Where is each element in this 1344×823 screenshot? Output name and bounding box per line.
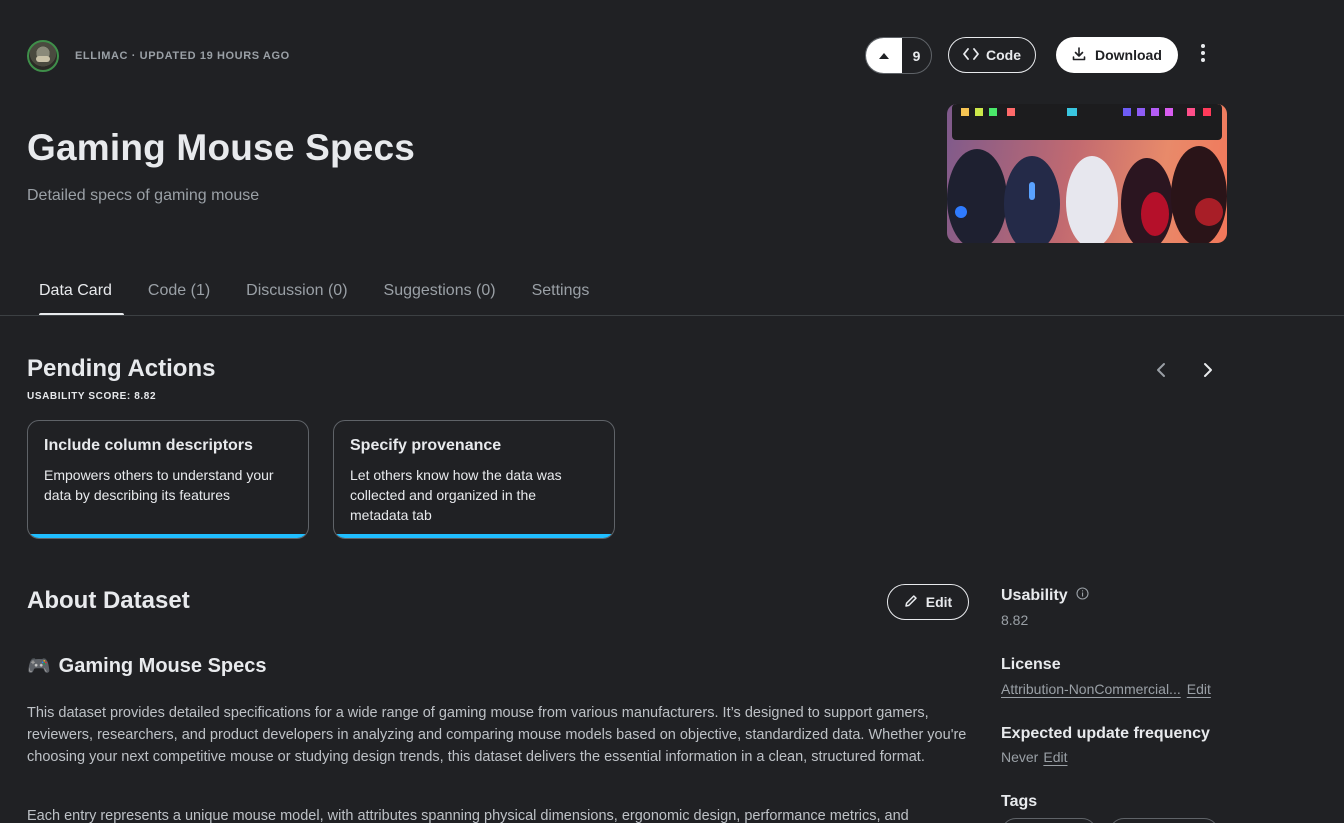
arrow-up-icon — [879, 52, 889, 59]
more-options-icon[interactable] — [1196, 44, 1210, 66]
card-title: Include column descriptors — [44, 437, 253, 454]
license-label: License — [1001, 656, 1061, 673]
card-title: Specify provenance — [350, 437, 502, 454]
tab-suggestions[interactable]: Suggestions (0) — [384, 282, 508, 316]
code-button-label: Code — [986, 47, 1021, 63]
avatar[interactable] — [27, 40, 59, 72]
upvote-count: 9 — [912, 47, 921, 64]
tab-data-card[interactable]: Data Card — [27, 282, 124, 316]
pending-action-card[interactable]: Specify provenance Let others know how t… — [333, 420, 615, 539]
usability-heading: Usability — [1001, 587, 1089, 605]
edit-about-button[interactable]: Edit — [887, 584, 969, 620]
code-icon — [963, 47, 979, 63]
tag-pill[interactable] — [1001, 818, 1097, 823]
tab-bar: Data Card Code (1) Discussion (0) Sugges… — [27, 282, 601, 316]
tab-divider — [0, 315, 1344, 316]
tag-pill[interactable] — [1109, 818, 1219, 823]
game-controller-icon: 🎮 — [27, 656, 51, 677]
author-updated-meta: ELLIMAC · UPDATED 19 HOURS AGO — [75, 50, 290, 62]
about-paragraph: This dataset provides detailed specifica… — [27, 705, 967, 765]
license-link[interactable]: Attribution-NonCommercial... — [1001, 681, 1181, 697]
update-frequency-row: Never Edit — [1001, 749, 1067, 765]
about-heading-text: Gaming Mouse Specs — [58, 654, 267, 677]
card-body: Let others know how the data was collect… — [350, 467, 562, 523]
card-body: Empowers others to understand your data … — [44, 467, 274, 503]
tags-label: Tags — [1001, 793, 1038, 810]
license-row: Attribution-NonCommercial... Edit — [1001, 681, 1211, 697]
dataset-cover-image — [947, 104, 1227, 243]
update-frequency-label: Expected update frequency — [1001, 725, 1210, 742]
download-icon — [1072, 46, 1086, 64]
tab-settings[interactable]: Settings — [532, 282, 602, 316]
page-subtitle: Detailed specs of gaming mouse — [27, 187, 260, 204]
pencil-icon — [904, 594, 918, 611]
upvote-widget: 9 — [865, 37, 932, 74]
info-icon[interactable] — [1076, 587, 1089, 605]
update-frequency-value: Never — [1001, 749, 1039, 765]
about-heading: 🎮 Gaming Mouse Specs — [27, 654, 267, 678]
page-title: Gaming Mouse Specs — [27, 127, 416, 168]
code-button[interactable]: Code — [948, 37, 1036, 73]
usability-value: 8.82 — [1001, 612, 1029, 628]
download-button[interactable]: Download — [1056, 37, 1178, 73]
usability-score-label: USABILITY SCORE: 8.82 — [27, 391, 157, 402]
upvote-button[interactable] — [866, 38, 902, 73]
usability-label: Usability — [1001, 587, 1068, 604]
tab-code[interactable]: Code (1) — [148, 282, 222, 316]
chevron-right-icon[interactable] — [1196, 358, 1220, 382]
download-button-label: Download — [1095, 47, 1162, 63]
about-dataset-title: About Dataset — [27, 587, 190, 614]
tab-discussion[interactable]: Discussion (0) — [246, 282, 359, 316]
license-edit-link[interactable]: Edit — [1187, 681, 1211, 697]
chevron-left-icon[interactable] — [1149, 358, 1173, 382]
pending-actions-title: Pending Actions — [27, 355, 216, 382]
update-frequency-edit-link[interactable]: Edit — [1043, 749, 1067, 765]
pending-action-card[interactable]: Include column descriptors Empowers othe… — [27, 420, 309, 539]
edit-button-label: Edit — [925, 594, 953, 610]
about-paragraph: Each entry represents a unique mouse mod… — [27, 808, 909, 823]
